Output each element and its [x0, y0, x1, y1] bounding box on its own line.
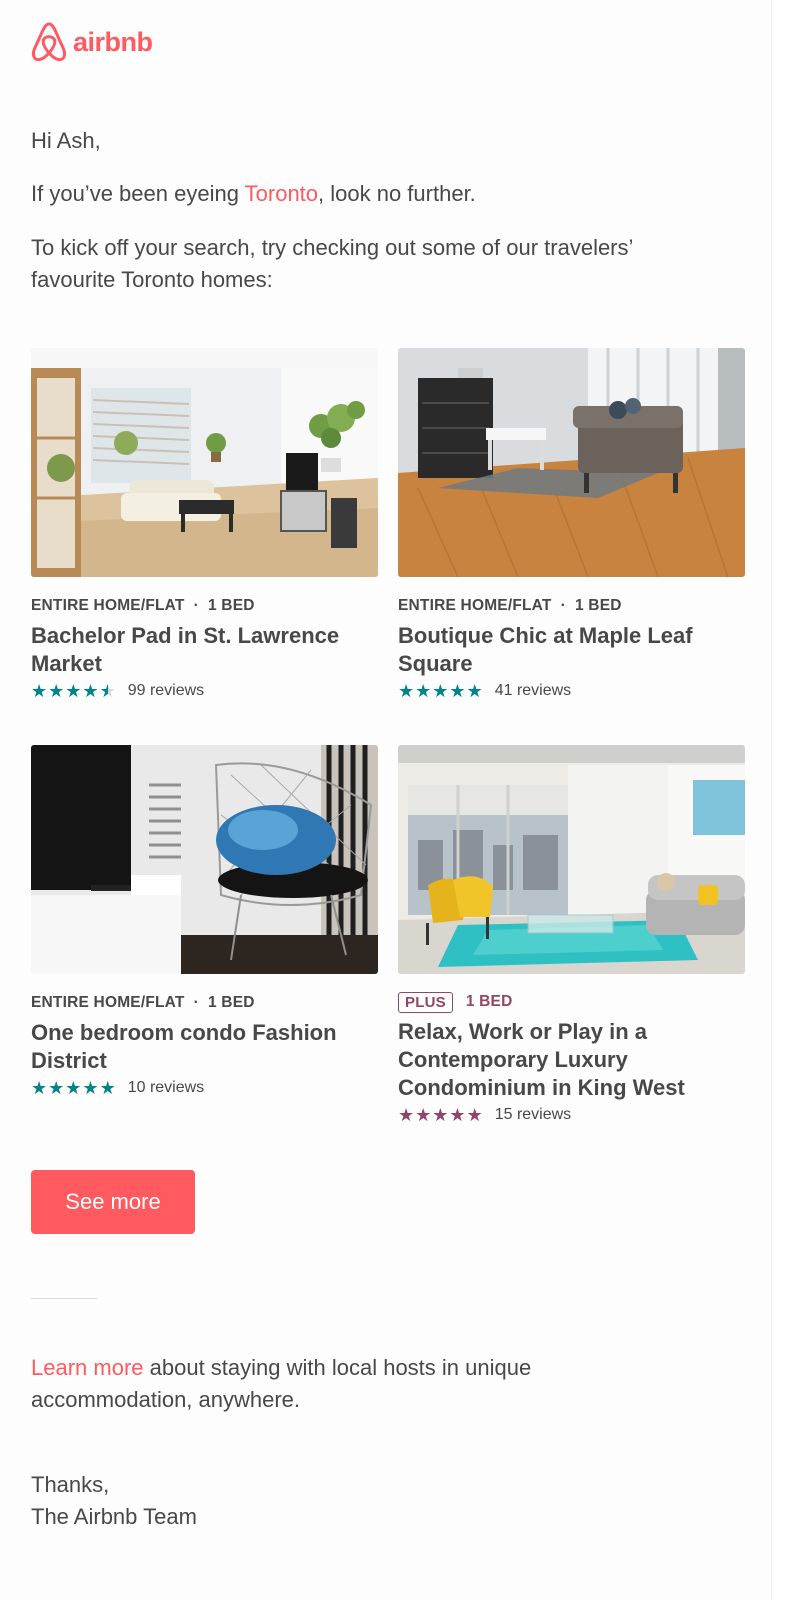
- bed-count: 1 BED: [574, 597, 622, 614]
- intro-text: If you’ve been eyeing Toronto, look no f…: [31, 178, 476, 210]
- star-icon: ★: [432, 1105, 449, 1125]
- star-icon: ★: [99, 681, 116, 701]
- meta-separator: ·: [560, 597, 566, 614]
- star-icon: ★: [466, 1105, 483, 1125]
- greeting: Hi Ash,: [31, 128, 101, 153]
- listing-meta: PLUS 1 BED: [398, 991, 745, 1013]
- review-count: 10 reviews: [127, 1079, 205, 1096]
- meta-separator: ·: [193, 597, 199, 614]
- intro-before: If you’ve been eyeing: [31, 181, 245, 206]
- intro-after: , look no further.: [318, 181, 476, 206]
- star-rating: ★ ★ ★ ★ ★: [31, 1078, 116, 1098]
- listing-card[interactable]: PLUS 1 BED Relax, Work or Play in a Cont…: [398, 745, 745, 1126]
- listing-photo[interactable]: [31, 348, 378, 577]
- review-count: 15 reviews: [494, 1106, 572, 1123]
- listing-photo[interactable]: [31, 745, 378, 974]
- learn-more-text: Learn more about staying with local host…: [31, 1352, 631, 1416]
- plus-badge: PLUS: [398, 991, 453, 1013]
- bed-count: 1 BED: [465, 993, 513, 1010]
- star-rating: ★ ★ ★ ★ ★: [398, 681, 483, 701]
- star-icon: ★: [398, 1105, 415, 1125]
- star-icon: ★: [449, 681, 466, 701]
- star-icon: ★: [48, 681, 65, 701]
- star-icon: ★: [65, 681, 82, 701]
- star-icon: ★: [415, 1105, 432, 1125]
- listing-meta: ENTIRE HOME/FLAT · 1 BED: [398, 596, 745, 616]
- see-more-button[interactable]: See more: [31, 1170, 195, 1234]
- listing-meta: ENTIRE HOME/FLAT · 1 BED: [31, 993, 378, 1013]
- review-count: 99 reviews: [127, 682, 205, 699]
- airbnb-belo-icon: [31, 22, 67, 62]
- toronto-link[interactable]: Toronto: [245, 181, 318, 206]
- signoff: Thanks, The Airbnb Team: [31, 1469, 197, 1533]
- listing-title[interactable]: One bedroom condo Fashion District: [31, 1019, 378, 1075]
- star-icon: ★: [31, 1078, 48, 1098]
- listing-rating: ★ ★ ★ ★ ★ 10 reviews: [31, 1077, 378, 1099]
- star-icon: ★: [398, 681, 415, 701]
- star-icon: ★: [82, 1078, 99, 1098]
- lead-text: To kick off your search, try checking ou…: [31, 235, 633, 292]
- listing-title[interactable]: Relax, Work or Play in a Contemporary Lu…: [398, 1018, 745, 1102]
- meta-separator: ·: [193, 994, 199, 1011]
- room-type: ENTIRE HOME/FLAT: [31, 994, 185, 1011]
- listing-card[interactable]: ENTIRE HOME/FLAT · 1 BED Bachelor Pad in…: [31, 348, 378, 702]
- star-icon: ★: [449, 1105, 466, 1125]
- divider: [31, 1298, 97, 1299]
- room-type: ENTIRE HOME/FLAT: [398, 597, 552, 614]
- email-body: airbnb Hi Ash, If you’ve been eyeing Tor…: [0, 0, 772, 1600]
- star-icon: ★: [99, 1078, 116, 1098]
- star-rating: ★ ★ ★ ★ ★: [31, 681, 116, 701]
- listing-meta: ENTIRE HOME/FLAT · 1 BED: [31, 596, 378, 616]
- listing-photo[interactable]: [398, 745, 745, 974]
- learn-more-link[interactable]: Learn more: [31, 1355, 144, 1380]
- listing-title[interactable]: Bachelor Pad in St. Lawrence Market: [31, 622, 378, 678]
- listing-title[interactable]: Boutique Chic at Maple Leaf Square: [398, 622, 745, 678]
- airbnb-logo[interactable]: airbnb: [31, 22, 153, 62]
- signoff-thanks: Thanks,: [31, 1472, 110, 1497]
- star-rating: ★ ★ ★ ★ ★: [398, 1105, 483, 1125]
- listing-card[interactable]: ENTIRE HOME/FLAT · 1 BED One bedroom con…: [31, 745, 378, 1099]
- listing-card[interactable]: ENTIRE HOME/FLAT · 1 BED Boutique Chic a…: [398, 348, 745, 702]
- brand-name: airbnb: [73, 26, 153, 57]
- bed-count: 1 BED: [207, 597, 255, 614]
- listing-rating: ★ ★ ★ ★ ★ 41 reviews: [398, 680, 745, 702]
- star-icon: ★: [415, 681, 432, 701]
- room-type: ENTIRE HOME/FLAT: [31, 597, 185, 614]
- star-icon: ★: [48, 1078, 65, 1098]
- star-icon: ★: [31, 681, 48, 701]
- listing-rating: ★ ★ ★ ★ ★ 99 reviews: [31, 680, 378, 702]
- star-icon: ★: [432, 681, 449, 701]
- bed-count: 1 BED: [207, 994, 255, 1011]
- star-icon: ★: [65, 1078, 82, 1098]
- listing-photo[interactable]: [398, 348, 745, 577]
- listing-rating: ★ ★ ★ ★ ★ 15 reviews: [398, 1104, 745, 1126]
- star-icon: ★: [466, 681, 483, 701]
- review-count: 41 reviews: [494, 682, 572, 699]
- star-icon: ★: [82, 681, 99, 701]
- signoff-team: The Airbnb Team: [31, 1504, 197, 1529]
